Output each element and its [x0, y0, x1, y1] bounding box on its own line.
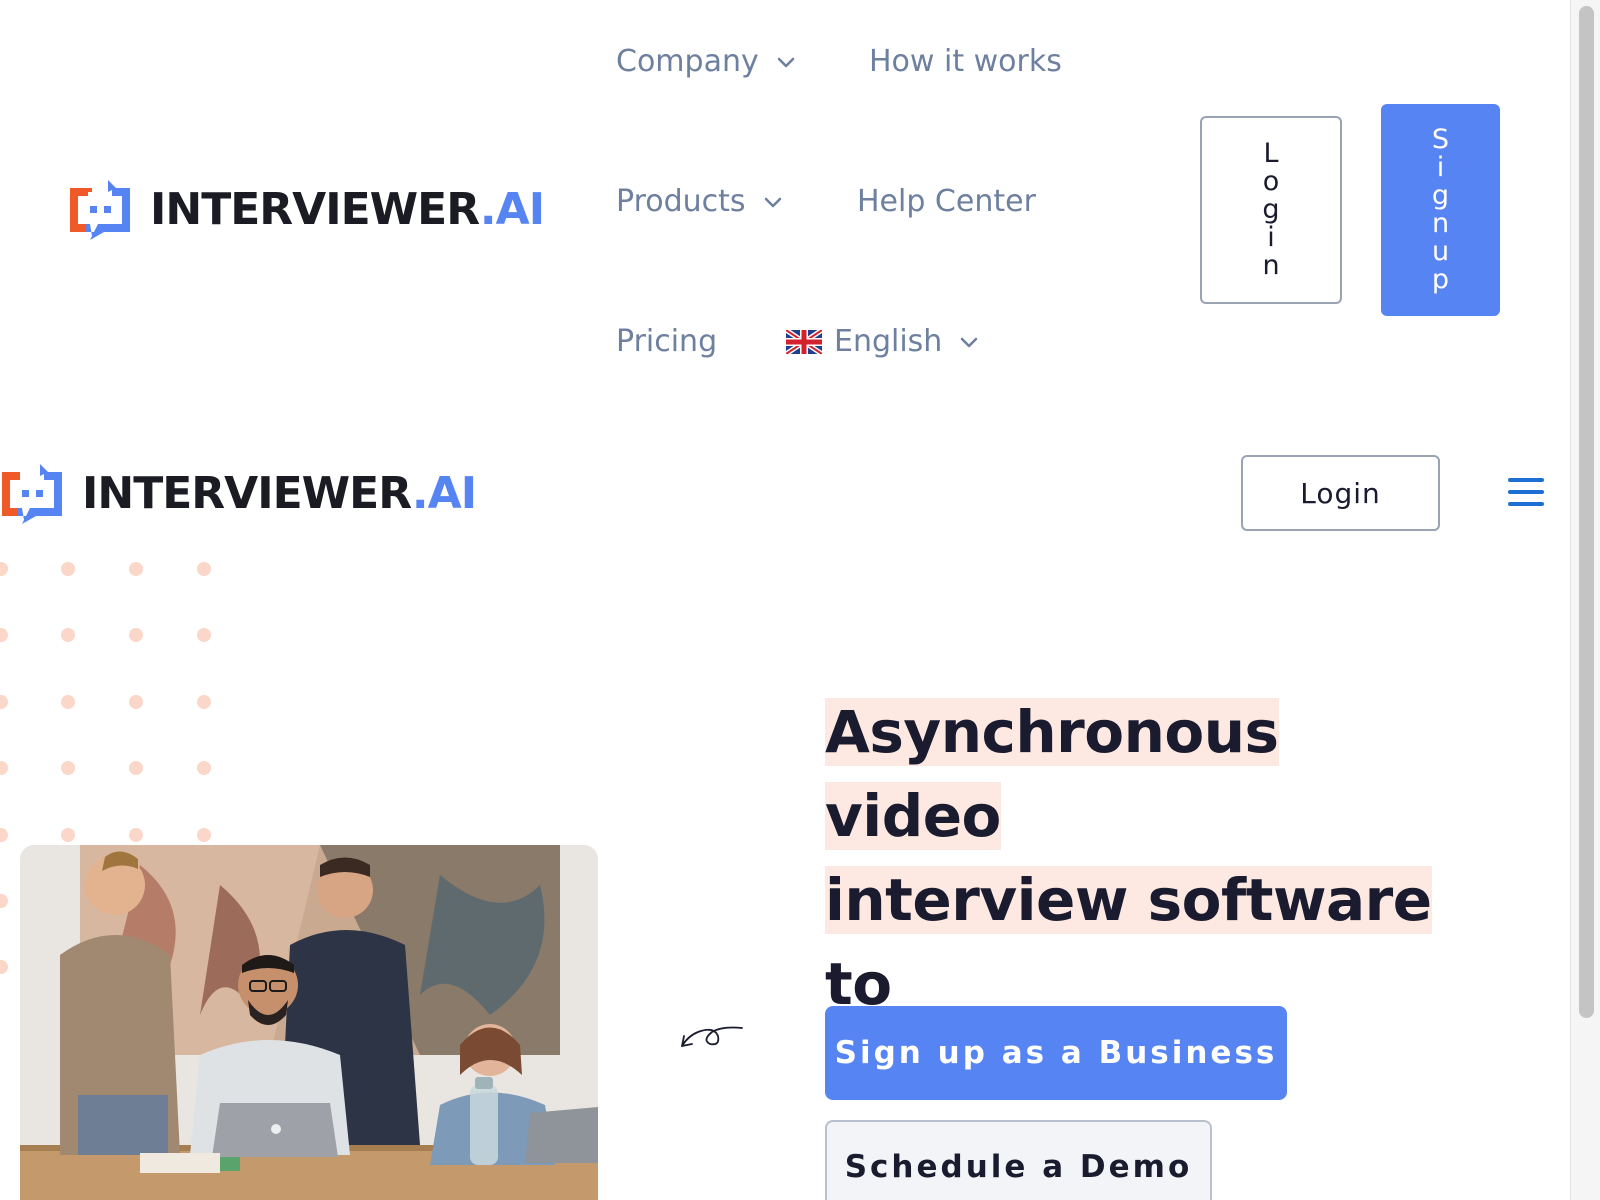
signup-business-button[interactable]: Sign up as a Business: [825, 1006, 1287, 1100]
login-button[interactable]: Login: [1241, 455, 1440, 531]
login-button-label: Login: [1300, 476, 1381, 510]
signup-letter: i: [1436, 152, 1445, 183]
scrollbar-thumb[interactable]: [1579, 6, 1594, 1018]
signup-letter: g: [1431, 180, 1450, 211]
login-letter: o: [1262, 166, 1280, 197]
login-button-top[interactable]: L o g i n: [1200, 116, 1342, 304]
nav-how-it-works[interactable]: How it works: [869, 44, 1062, 79]
hamburger-menu-icon[interactable]: [1508, 478, 1544, 506]
signup-letter: u: [1431, 236, 1450, 267]
signup-letter: n: [1431, 208, 1450, 239]
logo-text-suffix: .AI: [479, 183, 545, 235]
login-letter: g: [1262, 194, 1280, 225]
signup-button-top[interactable]: S i g n u p: [1381, 104, 1500, 316]
nav-products[interactable]: Products: [616, 184, 784, 219]
nav-pricing[interactable]: Pricing: [616, 324, 717, 359]
chevron-down-icon: [961, 337, 978, 347]
login-letter: i: [1267, 222, 1275, 253]
chevron-down-icon: [777, 57, 794, 67]
hero-heading-highlight: interview software: [825, 866, 1432, 934]
interviewer-ai-logo-secondary[interactable]: INTERVIEWER.AI: [0, 462, 477, 524]
signup-letter: p: [1431, 264, 1450, 295]
logo-text-suffix: .AI: [411, 467, 477, 519]
signup-letter: S: [1431, 124, 1450, 155]
uk-flag-icon: [786, 329, 822, 354]
login-letter: L: [1263, 138, 1279, 169]
language-label: English: [834, 324, 943, 359]
nav-help-center[interactable]: Help Center: [857, 184, 1036, 219]
nav-company[interactable]: Company: [616, 44, 797, 79]
login-letter: n: [1262, 250, 1280, 281]
schedule-demo-button[interactable]: Schedule a Demo: [825, 1120, 1212, 1200]
nav-company-label: Company: [616, 44, 759, 79]
hero-heading-line1: Asynchronous video: [825, 698, 1279, 850]
logo-text: INTERVIEWER: [82, 467, 413, 519]
language-selector[interactable]: English: [786, 324, 980, 359]
curly-arrow-icon: [681, 1026, 743, 1047]
interviewer-ai-logo[interactable]: INTERVIEWER.AI: [68, 178, 545, 240]
hero-heading: Asynchronous video interview software to…: [825, 690, 1465, 1194]
logo-text: INTERVIEWER: [150, 183, 481, 235]
nav-how-it-works-label: How it works: [869, 44, 1062, 79]
team-photo: [20, 845, 598, 1200]
nav-pricing-label: Pricing: [616, 324, 718, 359]
team-photo-illustration: [20, 845, 598, 1200]
scrollbar-track[interactable]: [1570, 0, 1600, 1200]
signup-business-label: Sign up as a Business: [834, 1035, 1278, 1071]
nav-products-label: Products: [616, 184, 746, 219]
schedule-demo-label: Schedule a Demo: [844, 1149, 1193, 1185]
logo-chat-icon: [2, 464, 62, 524]
logo-chat-icon: [70, 180, 130, 240]
chevron-down-icon: [764, 197, 781, 207]
nav-help-center-label: Help Center: [857, 184, 1036, 219]
